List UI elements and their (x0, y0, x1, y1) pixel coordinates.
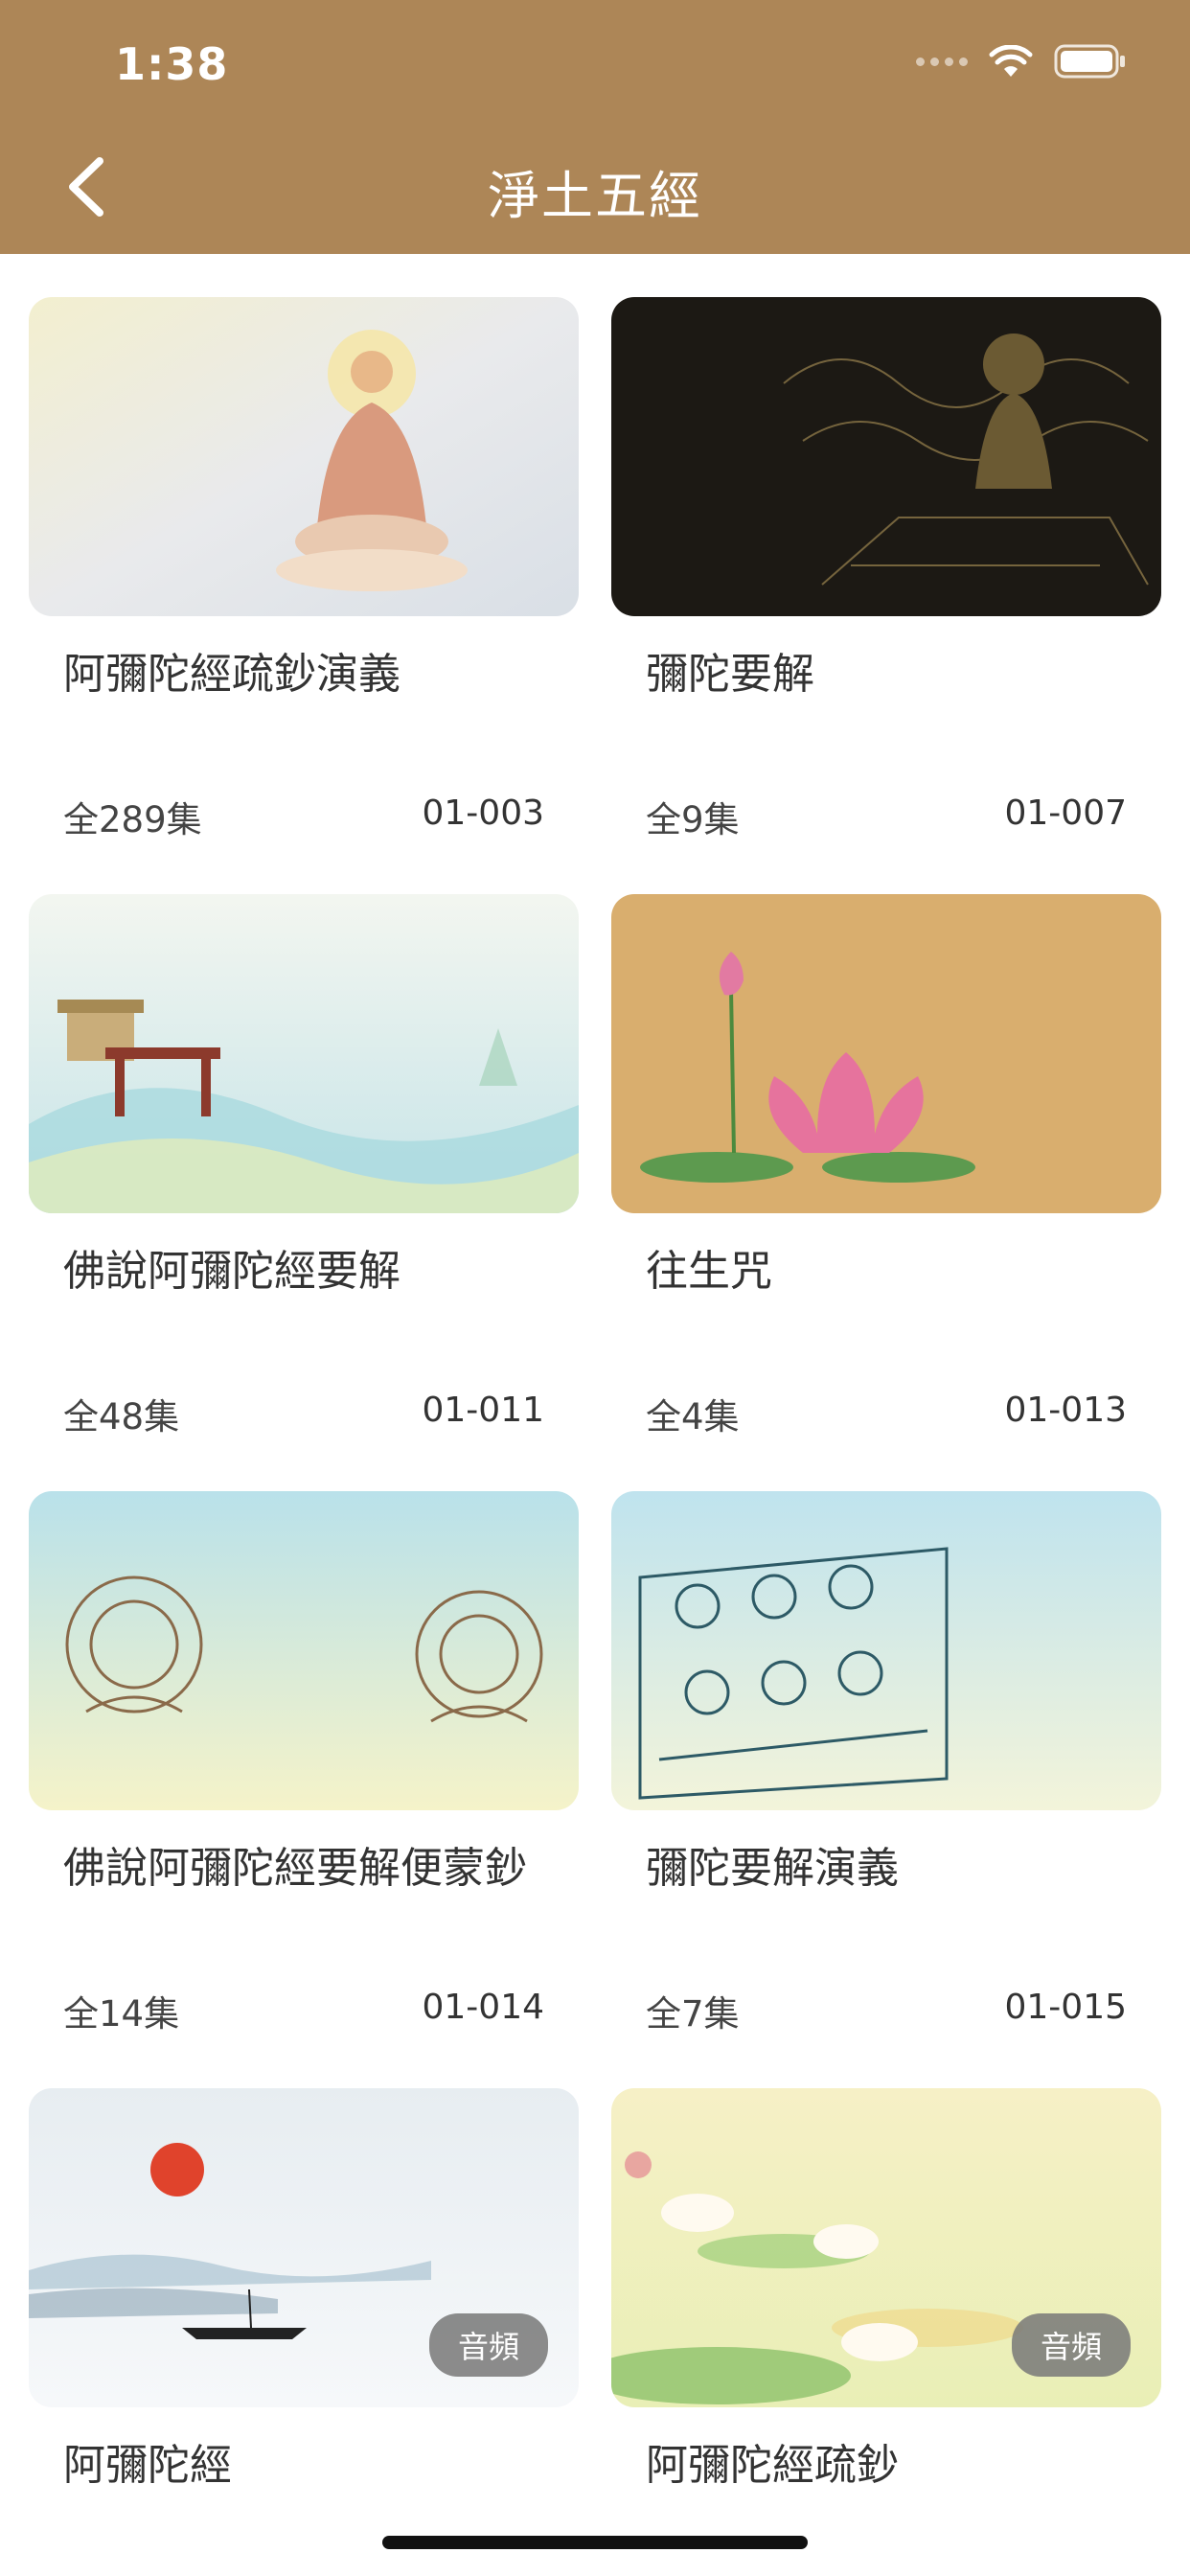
battery-icon (1054, 44, 1127, 79)
card-title: 阿彌陀經疏鈔演義 (63, 650, 400, 699)
episode-count: 全14集 (63, 1993, 180, 2035)
sutra-card[interactable]: 阿彌陀經疏鈔演義 全289集 01-003 (29, 297, 579, 894)
episode-count: 全7集 (646, 1993, 740, 2035)
sutra-card[interactable]: 佛說阿彌陀經要解 全48集 01-011 (29, 894, 579, 1491)
series-code: 01-003 (422, 794, 544, 833)
cover-image (29, 297, 579, 616)
sutra-card[interactable]: 彌陀要解 全9集 01-007 (611, 297, 1161, 894)
cover-image (611, 1491, 1161, 1810)
card-title: 佛說阿彌陀經要解便蒙鈔 (63, 1844, 527, 1893)
status-icons (916, 44, 1127, 79)
cover-image: 音頻 (611, 2088, 1161, 2407)
cover-image (611, 297, 1161, 616)
episode-count: 全48集 (63, 1396, 180, 1438)
cover-image (611, 894, 1161, 1213)
cover-image: 音頻 (29, 2088, 579, 2407)
audio-badge: 音頻 (428, 2313, 548, 2377)
nav-header: 1:38 淨土五經 (0, 0, 1190, 254)
episode-count: 全4集 (646, 1396, 740, 1438)
episode-count: 全289集 (63, 799, 202, 840)
audio-badge: 音頻 (1011, 2313, 1131, 2377)
wifi-icon (989, 45, 1033, 78)
sutra-card[interactable]: 音頻 阿彌陀經疏鈔 (611, 2088, 1161, 2576)
card-title: 彌陀要解 (646, 650, 814, 699)
series-code: 01-007 (1004, 794, 1127, 833)
card-title: 往生咒 (646, 1247, 772, 1296)
cover-image (29, 894, 579, 1213)
sutra-card[interactable]: 音頻 阿彌陀經 (29, 2088, 579, 2576)
series-code: 01-013 (1004, 1391, 1127, 1430)
series-code: 01-014 (422, 1988, 544, 2027)
signal-icon (916, 57, 968, 66)
card-title: 阿彌陀經 (63, 2441, 232, 2490)
card-title: 阿彌陀經疏鈔 (646, 2441, 899, 2490)
home-indicator[interactable] (382, 2536, 808, 2549)
series-code: 01-015 (1004, 1988, 1127, 2027)
sutra-grid: 阿彌陀經疏鈔演義 全289集 01-003 彌陀要解 全9集 01-007 佛說… (29, 297, 1161, 2576)
episode-count: 全9集 (646, 799, 740, 840)
sutra-card[interactable]: 佛說阿彌陀經要解便蒙鈔 全14集 01-014 (29, 1491, 579, 2088)
sutra-card[interactable]: 彌陀要解演義 全7集 01-015 (611, 1491, 1161, 2088)
card-title: 彌陀要解演義 (646, 1844, 899, 1893)
sutra-card[interactable]: 往生咒 全4集 01-013 (611, 894, 1161, 1491)
card-title: 佛說阿彌陀經要解 (63, 1247, 400, 1296)
series-code: 01-011 (422, 1391, 544, 1430)
page-title: 淨土五經 (488, 166, 702, 226)
cover-image (29, 1491, 579, 1810)
status-time: 1:38 (115, 38, 229, 90)
